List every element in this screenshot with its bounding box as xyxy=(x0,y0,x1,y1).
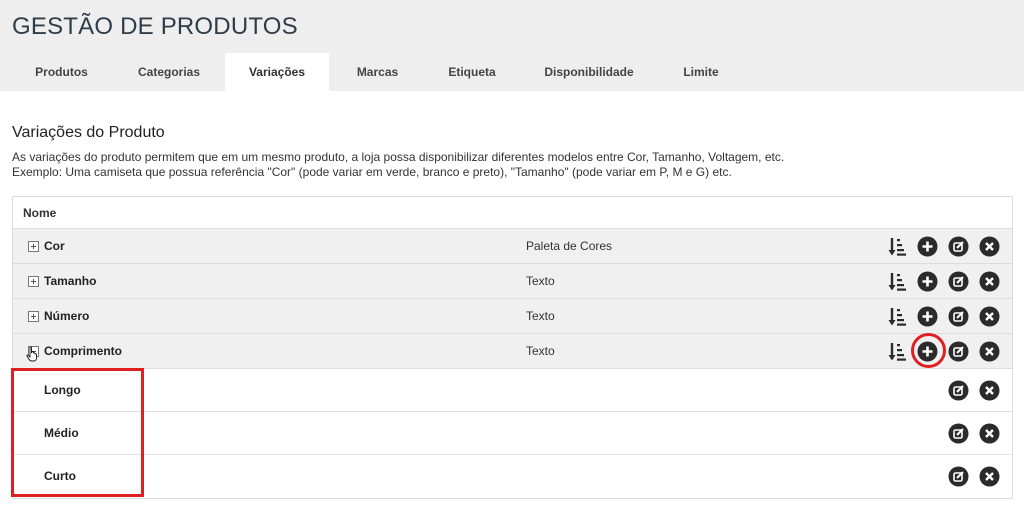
edit-icon[interactable] xyxy=(948,423,969,444)
hand-cursor-icon xyxy=(26,346,37,362)
expand-icon[interactable] xyxy=(28,311,39,322)
sort-icon[interactable] xyxy=(886,341,907,362)
row-actions xyxy=(876,306,1000,327)
tab-marcas[interactable]: Marcas xyxy=(329,53,426,91)
sort-icon[interactable] xyxy=(886,271,907,292)
table-row: Cor Paleta de Cores xyxy=(13,229,1012,264)
tab-bar: Produtos Categorias Variações Marcas Eti… xyxy=(10,53,742,91)
delete-icon[interactable] xyxy=(979,271,1000,292)
subrow-actions xyxy=(938,466,1000,487)
sort-icon[interactable] xyxy=(886,306,907,327)
row-type: Texto xyxy=(526,344,555,358)
table-header-nome: Nome xyxy=(13,197,1012,229)
tab-limite[interactable]: Limite xyxy=(660,53,742,91)
list-item: Médio xyxy=(13,412,1012,455)
tab-variacoes[interactable]: Variações xyxy=(225,53,329,91)
delete-icon[interactable] xyxy=(979,380,1000,401)
page-title: GESTÃO DE PRODUTOS xyxy=(12,13,298,40)
table-row: Comprimento Texto xyxy=(13,334,1012,369)
edit-icon[interactable] xyxy=(948,236,969,257)
delete-icon[interactable] xyxy=(979,306,1000,327)
row-actions xyxy=(876,236,1000,257)
row-name: Tamanho xyxy=(44,274,97,288)
tab-categorias[interactable]: Categorias xyxy=(113,53,225,91)
add-circle-icon[interactable] xyxy=(917,306,938,327)
edit-icon[interactable] xyxy=(948,466,969,487)
annotation-highlight-box xyxy=(11,368,144,497)
subrow-actions xyxy=(938,380,1000,401)
section-title: Variações do Produto xyxy=(12,124,165,141)
table-row: Tamanho Texto xyxy=(13,264,1012,299)
row-type: Texto xyxy=(526,274,555,288)
tab-disponibilidade[interactable]: Disponibilidade xyxy=(518,53,660,91)
row-type: Texto xyxy=(526,309,555,323)
expand-icon[interactable] xyxy=(28,276,39,287)
annotation-highlight-circle xyxy=(911,333,946,368)
description-line-2: Exemplo: Uma camiseta que possua referên… xyxy=(12,165,732,179)
delete-icon[interactable] xyxy=(979,236,1000,257)
row-type: Paleta de Cores xyxy=(526,239,613,253)
sort-icon[interactable] xyxy=(886,236,907,257)
delete-icon[interactable] xyxy=(979,423,1000,444)
row-actions xyxy=(876,271,1000,292)
subrow-actions xyxy=(938,423,1000,444)
tab-produtos[interactable]: Produtos xyxy=(10,53,113,91)
edit-icon[interactable] xyxy=(948,341,969,362)
add-circle-icon[interactable] xyxy=(917,236,938,257)
row-name: Número xyxy=(44,309,90,323)
row-name: Comprimento xyxy=(44,344,122,358)
edit-icon[interactable] xyxy=(948,380,969,401)
top-header: GESTÃO DE PRODUTOS Produtos Categorias V… xyxy=(0,0,1024,91)
list-item: Curto xyxy=(13,455,1012,498)
table-row: Número Texto xyxy=(13,299,1012,334)
add-circle-icon[interactable] xyxy=(917,271,938,292)
delete-icon[interactable] xyxy=(979,341,1000,362)
expand-icon[interactable] xyxy=(28,241,39,252)
row-name: Cor xyxy=(44,239,65,253)
section-description: As variações do produto permitem que em … xyxy=(12,150,784,180)
edit-icon[interactable] xyxy=(948,306,969,327)
list-item: Longo xyxy=(13,369,1012,412)
delete-icon[interactable] xyxy=(979,466,1000,487)
tab-etiqueta[interactable]: Etiqueta xyxy=(426,53,518,91)
edit-icon[interactable] xyxy=(948,271,969,292)
variations-table: Nome Cor Paleta de Cores Tamanho Texto N… xyxy=(12,196,1013,499)
description-line-1: As variações do produto permitem que em … xyxy=(12,150,785,164)
